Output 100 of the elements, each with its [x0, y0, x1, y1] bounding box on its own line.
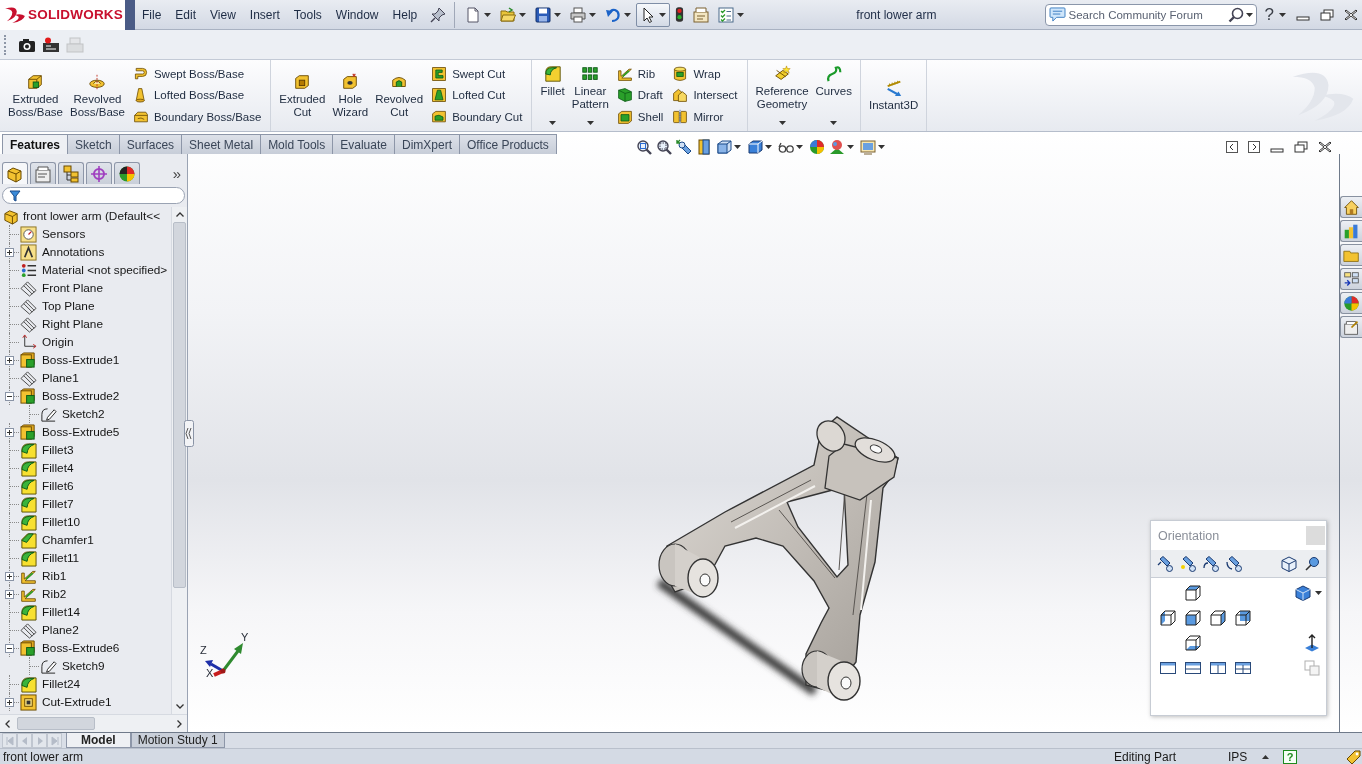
help-button[interactable]: ?: [1260, 3, 1290, 26]
tree-item[interactable]: Fillet14: [42, 605, 81, 619]
ribbon-button[interactable]: Revolved Boss/Base: [67, 63, 127, 128]
menu-item[interactable]: Insert: [242, 4, 287, 25]
zoom-to-fit-icon[interactable]: [636, 139, 652, 155]
cube-icon[interactable]: [747, 139, 763, 155]
units-selector[interactable]: IPS: [1228, 749, 1262, 764]
ribbon-button[interactable]: Intersect: [672, 87, 738, 104]
new-view-icon[interactable]: [1180, 555, 1196, 572]
tree-item[interactable]: Fillet6: [42, 479, 74, 493]
task-pane-tab[interactable]: [1340, 268, 1362, 290]
tree-item[interactable]: Fillet7: [42, 497, 74, 511]
tree-item[interactable]: Plane2: [42, 623, 79, 637]
ribbon-button[interactable]: Swept Cut: [431, 65, 523, 82]
expand-icon[interactable]: [5, 697, 14, 707]
command-tab[interactable]: Sketch: [67, 134, 120, 154]
close-icon[interactable]: [1344, 8, 1358, 21]
tree-item[interactable]: Boss-Extrude5: [42, 425, 120, 439]
menu-item[interactable]: Tools: [286, 4, 329, 25]
scroll-right-icon[interactable]: [177, 719, 182, 728]
tree-item[interactable]: Sensors: [42, 227, 86, 241]
back-view-icon[interactable]: [1234, 609, 1251, 626]
command-tab[interactable]: Mold Tools: [260, 134, 334, 154]
ribbon-button[interactable]: Wrap: [672, 65, 738, 82]
tree-item[interactable]: Fillet4: [42, 461, 74, 475]
ribbon-button[interactable]: Linear Pattern: [569, 63, 611, 128]
caret-icon[interactable]: [734, 145, 741, 149]
menu-item[interactable]: Window: [328, 4, 386, 25]
task-pane-tab[interactable]: [1340, 244, 1362, 266]
ball-scene-icon[interactable]: [829, 139, 845, 155]
search-input[interactable]: Search Community Forum: [1067, 6, 1226, 23]
command-tab[interactable]: DimXpert: [393, 134, 460, 154]
command-tab[interactable]: Features: [2, 134, 69, 154]
zoom-area-icon[interactable]: [656, 139, 672, 155]
pushpin-icon[interactable]: [1304, 555, 1320, 572]
command-tab[interactable]: Office Products: [459, 134, 557, 154]
front-view-icon[interactable]: [1184, 609, 1201, 626]
tree-item[interactable]: Material <not specified>: [42, 263, 168, 277]
collapse-icon[interactable]: [5, 391, 14, 401]
command-tab[interactable]: Surfaces: [118, 134, 183, 154]
scroll-left-icon[interactable]: [5, 719, 10, 728]
tree-item[interactable]: Rib1: [42, 569, 67, 583]
command-tab[interactable]: Sheet Metal: [181, 134, 262, 154]
command-tab[interactable]: Evaluate: [332, 134, 395, 154]
scroll-down-icon[interactable]: [175, 704, 184, 709]
expand-icon[interactable]: [5, 247, 14, 257]
bottom-view-icon[interactable]: [1184, 634, 1201, 651]
caret-icon[interactable]: [1315, 590, 1322, 595]
single-viewport-icon[interactable]: [1159, 661, 1176, 674]
horizontal-scrollbar[interactable]: [0, 714, 187, 732]
tree-item[interactable]: Rib2: [42, 587, 67, 601]
view-selector-icon[interactable]: [1281, 555, 1297, 572]
right-view-icon[interactable]: [1209, 609, 1226, 626]
ribbon-button[interactable]: Hole Wizard: [330, 63, 371, 128]
reset-view-icon[interactable]: [1226, 555, 1242, 572]
top-view-icon[interactable]: [1184, 584, 1201, 601]
camera-icon[interactable]: [18, 36, 36, 53]
ribbon-button[interactable]: Instant3D: [867, 63, 921, 128]
view-tool-icon[interactable]: [1157, 555, 1173, 572]
tree-item[interactable]: Annotations: [42, 245, 105, 259]
ribbon-button[interactable]: Boundary Cut: [431, 109, 523, 126]
four-viewport-icon[interactable]: [1234, 661, 1251, 674]
tree-item[interactable]: Fillet3: [42, 443, 74, 457]
caret-icon[interactable]: [878, 145, 885, 149]
caret-icon[interactable]: [1245, 12, 1253, 17]
update-view-icon[interactable]: [1203, 555, 1219, 572]
menu-item[interactable]: Help: [385, 4, 425, 25]
record-camera-icon[interactable]: [42, 36, 60, 53]
ribbon-button[interactable]: Shell: [616, 109, 664, 126]
tree-item[interactable]: Plane1: [42, 371, 79, 385]
scroll-up-icon[interactable]: [175, 212, 184, 217]
expand-icon[interactable]: [5, 427, 14, 437]
cube-icon[interactable]: [716, 139, 732, 155]
ribbon-button[interactable]: Mirror: [672, 109, 738, 126]
caret-icon[interactable]: [796, 145, 803, 149]
tree-item[interactable]: Cut-Extrude1: [42, 695, 112, 709]
ribbon-button[interactable]: Swept Boss/Base: [132, 65, 262, 82]
expand-icon[interactable]: [5, 355, 14, 365]
tile-right-icon[interactable]: [1248, 141, 1260, 153]
view-tool-icon[interactable]: [676, 139, 692, 155]
close-icon[interactable]: [1318, 141, 1332, 153]
tree-item[interactable]: front lower arm (Default<<: [23, 209, 161, 223]
caret-icon[interactable]: [765, 145, 772, 149]
tree-item[interactable]: Right Plane: [42, 317, 103, 331]
two-viewport-icon[interactable]: [1209, 661, 1226, 674]
help-button[interactable]: ?: [1283, 749, 1297, 764]
two-viewport-icon[interactable]: [1184, 661, 1201, 674]
ribbon-button[interactable]: Extruded Boss/Base: [6, 63, 65, 128]
more-tabs-chevron[interactable]: »: [172, 164, 185, 184]
tree-item[interactable]: Origin: [42, 335, 74, 349]
split-panel-icon[interactable]: [696, 139, 712, 155]
panel-tab[interactable]: [2, 162, 28, 184]
restore-icon[interactable]: [1320, 8, 1334, 21]
panel-tab[interactable]: [114, 162, 140, 184]
menu-item[interactable]: View: [203, 4, 243, 25]
ribbon-button[interactable]: Draft: [616, 87, 664, 104]
model-tab[interactable]: Model: [66, 733, 131, 748]
tree-item[interactable]: Boss-Extrude2: [42, 389, 120, 403]
filter-field[interactable]: [2, 187, 185, 204]
splitter-grip-icon[interactable]: [184, 420, 194, 447]
